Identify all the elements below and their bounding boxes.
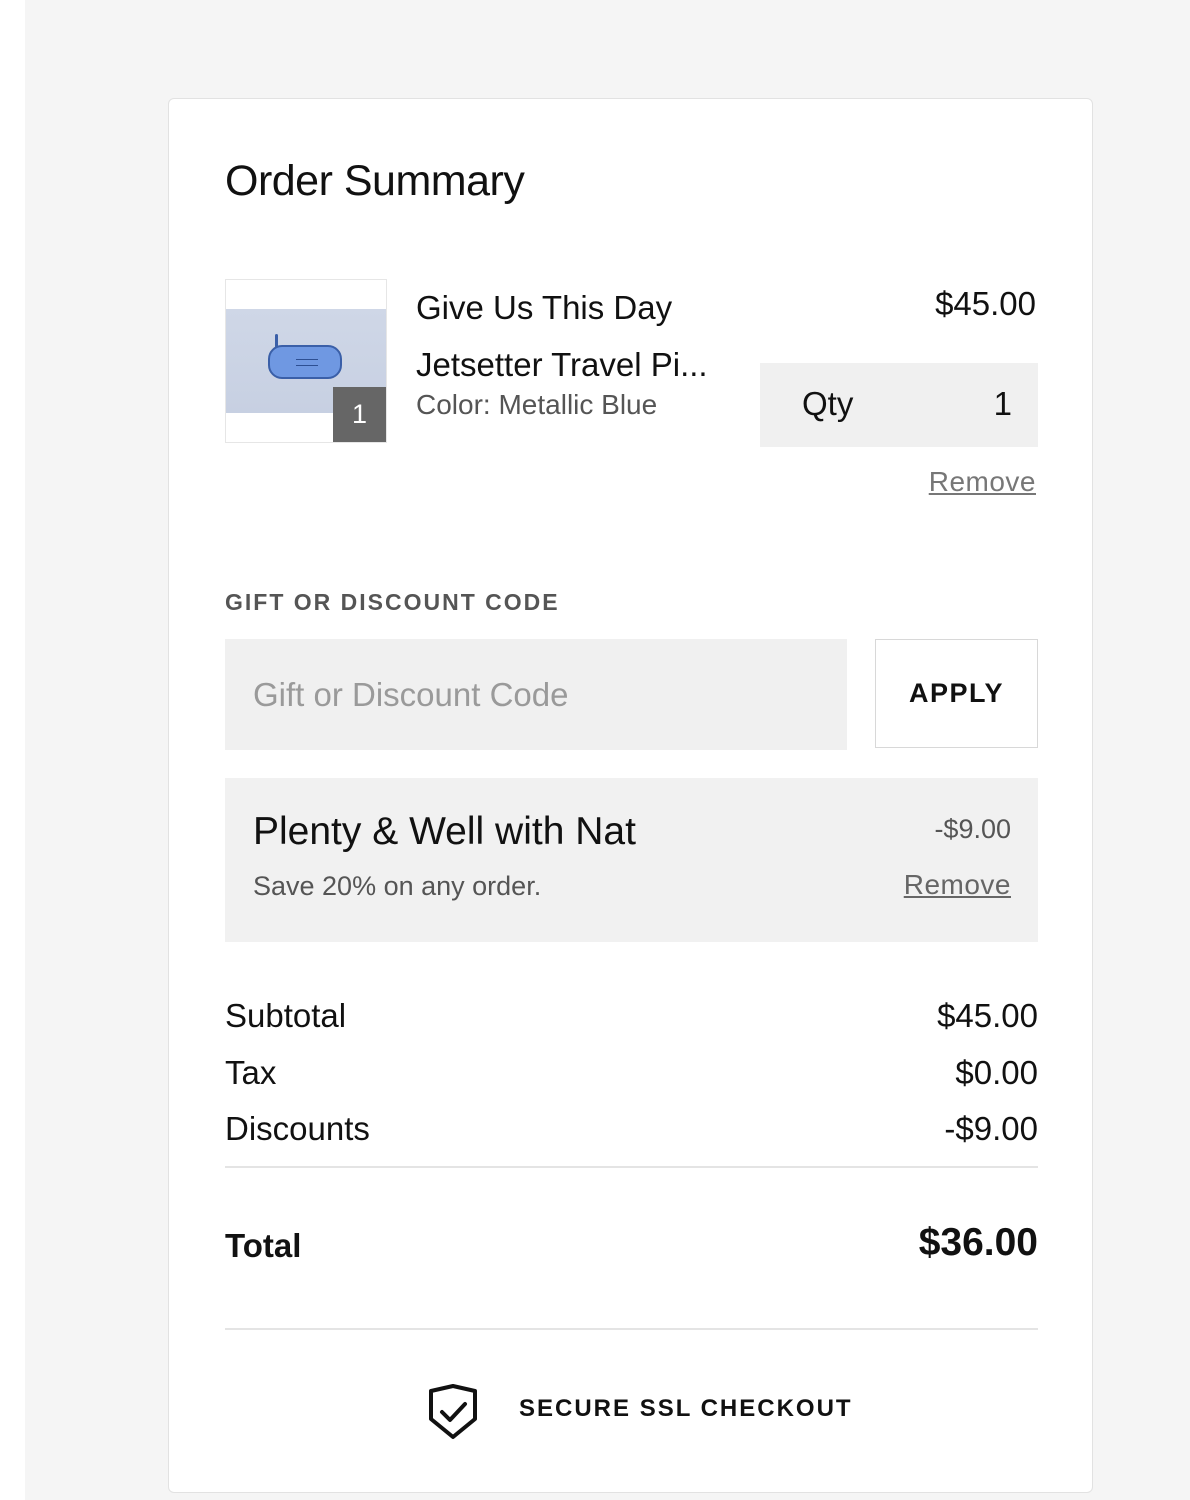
subtotal-row: Subtotal $45.00 [225, 997, 1038, 1041]
applied-discount-description: Save 20% on any order. [253, 871, 542, 901]
product-color: Color: Metallic Blue [416, 389, 658, 420]
quantity-badge: 1 [333, 387, 386, 442]
applied-discount-amount: -$9.00 [934, 814, 1011, 844]
product-thumbnail[interactable]: 1 [225, 279, 387, 443]
travel-case-label [296, 359, 318, 366]
quantity-value[interactable]: 1 [994, 385, 1012, 423]
discount-code-input[interactable] [225, 639, 847, 750]
tax-label: Tax [225, 1054, 277, 1091]
subtotal-label: Subtotal [225, 997, 347, 1034]
quantity-label: Qty [802, 385, 854, 422]
total-value: $36.00 [918, 1221, 1038, 1264]
product-name-line2: Jetsetter Travel Pi... [416, 346, 708, 383]
product-price: $45.00 [935, 285, 1036, 322]
remove-item-link[interactable]: Remove [929, 466, 1036, 498]
travel-case-illustration [268, 345, 342, 379]
product-name-line1: Give Us This Day [416, 289, 673, 326]
total-row: Total $36.00 [225, 1221, 1038, 1271]
product-name[interactable]: Give Us This Day Jetsetter Travel Pi... [416, 279, 746, 393]
footer-divider [225, 1328, 1038, 1330]
quantity-selector[interactable]: Qty 1 [760, 363, 1038, 447]
shield-check-icon [429, 1384, 477, 1439]
applied-discount-name: Plenty & Well with Nat [253, 810, 636, 853]
discount-code-section-label: GIFT OR DISCOUNT CODE [225, 589, 560, 615]
subtotal-value: $45.00 [937, 997, 1038, 1034]
secure-checkout-badge: SECURE SSL CHECKOUT [169, 1379, 1094, 1439]
tax-value: $0.00 [955, 1054, 1038, 1091]
discounts-row: Discounts -$9.00 [225, 1110, 1038, 1154]
order-summary-title: Order Summary [225, 157, 525, 205]
total-label: Total [225, 1227, 302, 1264]
discounts-label: Discounts [225, 1110, 370, 1147]
apply-button[interactable]: APPLY [875, 639, 1038, 748]
totals-divider [225, 1166, 1038, 1168]
tax-row: Tax $0.00 [225, 1054, 1038, 1098]
applied-discount: Plenty & Well with Nat Save 20% on any o… [225, 778, 1038, 942]
discounts-value: -$9.00 [944, 1110, 1038, 1147]
secure-checkout-text: SECURE SSL CHECKOUT [519, 1395, 853, 1422]
order-summary-card: Order Summary 1 Give Us This Day Jetsett… [168, 98, 1093, 1493]
remove-discount-link[interactable]: Remove [904, 869, 1011, 901]
